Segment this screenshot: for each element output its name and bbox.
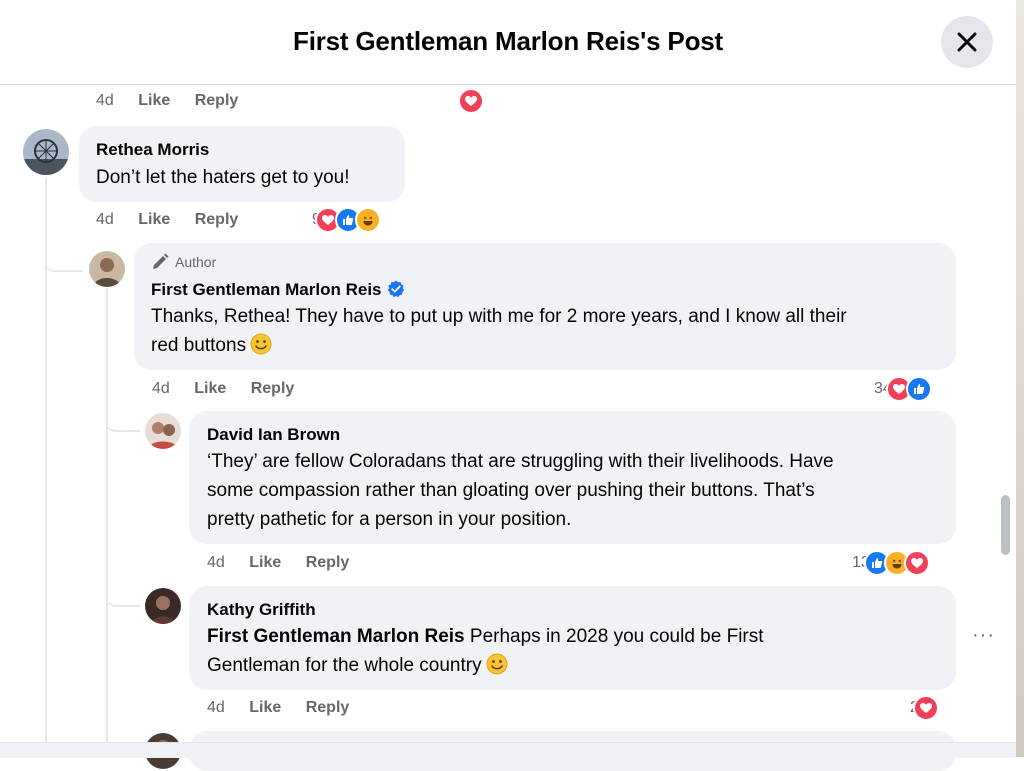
reaction-summary[interactable]: 9 bbox=[312, 207, 381, 233]
like-link[interactable]: Like bbox=[194, 380, 226, 397]
more-options-button[interactable]: ··· bbox=[972, 624, 995, 647]
comment-text: First Gentleman Marlon Reis Perhaps in 2… bbox=[207, 622, 764, 680]
like-link[interactable]: Like bbox=[249, 699, 281, 716]
comment-text-line: Thanks, Rethea! They have to put up with… bbox=[151, 306, 847, 327]
love-icon bbox=[912, 695, 939, 721]
scrollbar[interactable] bbox=[996, 86, 1012, 741]
comment-text-line: First Gentleman Marlon Reis Perhaps in 2… bbox=[207, 626, 764, 647]
like-link[interactable]: Like bbox=[138, 92, 170, 109]
comment-time[interactable]: 4d bbox=[152, 380, 170, 397]
comment-author[interactable]: Kathy Griffith bbox=[207, 600, 316, 620]
reply-link[interactable]: Reply bbox=[306, 699, 350, 716]
comment-meta: 4d Like Reply bbox=[207, 699, 349, 717]
close-button[interactable] bbox=[941, 16, 993, 68]
comment-author-name[interactable]: First Gentleman Marlon Reis bbox=[151, 280, 382, 299]
comment-text-line: pretty pathetic for a person in your pos… bbox=[207, 509, 572, 530]
thread-line bbox=[106, 288, 108, 742]
like-link[interactable]: Like bbox=[138, 211, 170, 228]
avatar[interactable] bbox=[89, 251, 125, 287]
dialog-bottom-edge bbox=[0, 742, 1016, 758]
reply-link[interactable]: Reply bbox=[195, 92, 239, 109]
avatar[interactable] bbox=[23, 129, 69, 175]
comment-text-line: some compassion rather than gloating ove… bbox=[207, 480, 815, 501]
reaction-summary[interactable]: 2 bbox=[910, 695, 939, 721]
reaction-summary[interactable]: 13 bbox=[852, 550, 930, 576]
close-icon bbox=[957, 32, 977, 52]
background-edge bbox=[1016, 0, 1024, 757]
verified-badge-icon bbox=[387, 280, 404, 298]
comment-text: Don’t let the haters get to you! bbox=[96, 167, 350, 188]
comment-author[interactable]: First Gentleman Marlon Reis bbox=[151, 280, 405, 300]
comment-text-line: red buttons bbox=[151, 331, 847, 360]
reply-link[interactable]: Reply bbox=[251, 380, 295, 397]
thread-branch bbox=[45, 230, 83, 272]
comment-meta: 4d Like Reply bbox=[96, 211, 238, 229]
author-badge-label: Author bbox=[175, 254, 217, 270]
like-icon bbox=[905, 376, 932, 402]
comment-text: ‘They’ are fellow Coloradans that are st… bbox=[207, 447, 834, 534]
pencil-icon bbox=[153, 253, 169, 269]
comment-time[interactable]: 4d bbox=[207, 699, 225, 716]
dialog-title: First Gentleman Marlon Reis's Post bbox=[293, 26, 723, 56]
love-icon bbox=[458, 88, 484, 114]
comment-text-line: ‘They’ are fellow Coloradans that are st… bbox=[207, 451, 834, 472]
like-link[interactable]: Like bbox=[249, 554, 281, 571]
smiley-emoji-icon bbox=[250, 333, 272, 355]
comment-time[interactable]: 4d bbox=[207, 554, 225, 571]
reaction-summary[interactable]: 34 bbox=[874, 376, 932, 402]
reply-link[interactable]: Reply bbox=[195, 211, 239, 228]
haha-icon bbox=[354, 207, 381, 233]
avatar[interactable] bbox=[145, 413, 181, 449]
author-badge: Author bbox=[151, 253, 216, 271]
comment-meta: 4d Like Reply bbox=[96, 92, 238, 110]
mention-link[interactable]: First Gentleman Marlon Reis bbox=[207, 626, 465, 647]
thread-branch bbox=[106, 400, 140, 432]
dialog-header: First Gentleman Marlon Reis's Post bbox=[0, 0, 1016, 85]
reply-link[interactable]: Reply bbox=[306, 554, 350, 571]
love-icon bbox=[903, 550, 930, 576]
comment-author[interactable]: David Ian Brown bbox=[207, 425, 340, 445]
reaction-summary[interactable] bbox=[456, 88, 484, 114]
comment-time[interactable]: 4d bbox=[96, 211, 114, 228]
comment-text: Thanks, Rethea! They have to put up with… bbox=[151, 302, 847, 360]
comment-meta: 4d Like Reply bbox=[152, 380, 294, 398]
comment-author[interactable]: Rethea Morris bbox=[96, 140, 209, 160]
avatar[interactable] bbox=[145, 588, 181, 624]
scrollbar-thumb[interactable] bbox=[1001, 495, 1010, 555]
smiley-emoji-icon bbox=[486, 653, 508, 675]
comment-time[interactable]: 4d bbox=[96, 92, 114, 109]
comment-text-line: Gentleman for the whole country bbox=[207, 651, 764, 680]
comment-meta: 4d Like Reply bbox=[207, 554, 349, 572]
thread-branch bbox=[106, 575, 140, 607]
